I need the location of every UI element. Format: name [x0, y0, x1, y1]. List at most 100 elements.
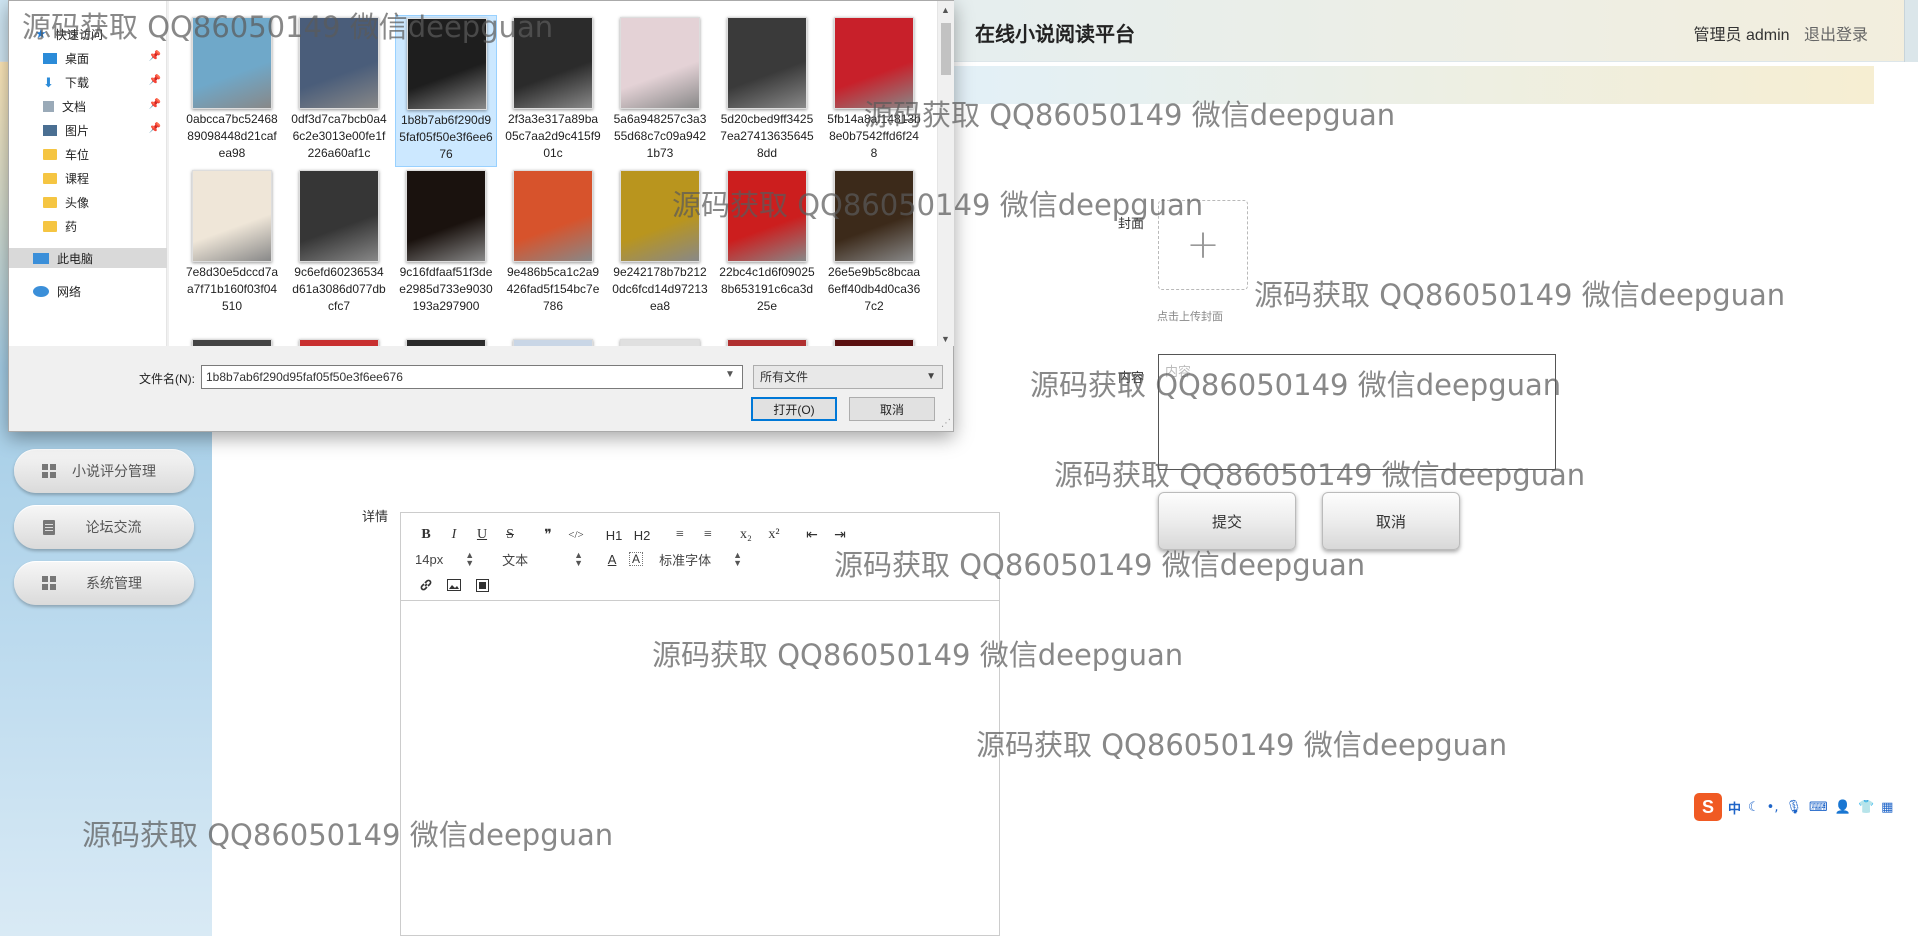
app-title: 在线小说阅读平台	[975, 24, 1135, 46]
nav-downloads[interactable]: ⬇ 下载 📌	[9, 72, 167, 92]
background-color-icon[interactable]: A	[629, 552, 644, 566]
file-item[interactable]: 0df3d7ca7bcb0a46c2e3013e00fe1f226a60af1c	[288, 15, 390, 167]
chevron-down-icon[interactable]: ▼	[725, 369, 735, 380]
scroll-down-icon[interactable]: ▼	[941, 334, 950, 344]
file-item[interactable]: 9c16fdfaaf51f3dee2985d733e9030193a297900	[395, 168, 497, 320]
pin-icon: 📌	[148, 75, 161, 86]
download-icon: ⬇	[43, 74, 54, 90]
sidebar-item-forum[interactable]: 论坛交流	[14, 505, 194, 549]
file-item[interactable]: 9e486b5ca1c2a9426fad5f154bc7e786	[502, 168, 604, 320]
file-thumbnail[interactable]	[727, 339, 807, 346]
bold-button[interactable]: B	[415, 525, 437, 545]
font-family-select[interactable]: 标准字体 ▲ ▼	[659, 550, 742, 569]
scroll-thumb[interactable]	[941, 23, 951, 75]
grid-icon	[42, 576, 56, 590]
cover-upload-box[interactable]: +	[1158, 200, 1248, 290]
shirt-icon[interactable]: 👕	[1858, 800, 1874, 815]
nav-desktop[interactable]: 桌面 📌	[9, 48, 167, 68]
nav-label: 课程	[65, 171, 90, 186]
image-icon[interactable]	[443, 575, 465, 595]
computer-icon	[33, 252, 49, 264]
filename-input[interactable]: 1b8b7ab6f290d95faf05f50e3f6ee676	[201, 365, 743, 389]
page-scrollbar[interactable]	[1904, 0, 1918, 62]
file-item[interactable]: 26e5e9b5c8bcaa6eff40db4d0ca367c2	[823, 168, 925, 320]
submit-button[interactable]: 提交	[1158, 492, 1296, 550]
cover-label: 封面	[1118, 216, 1145, 231]
underline-button[interactable]: U	[471, 525, 493, 545]
superscript-button[interactable]: x²	[763, 525, 785, 545]
open-button[interactable]: 打开(O)	[751, 397, 837, 421]
dialog-cancel-button[interactable]: 取消	[849, 397, 935, 421]
document-icon	[43, 100, 54, 112]
keyboard-icon[interactable]: ⌨	[1809, 800, 1828, 815]
punctuation-icon[interactable]: •,	[1767, 800, 1779, 815]
moon-icon[interactable]: ☾	[1748, 800, 1760, 815]
indent-button[interactable]: ⇥	[829, 525, 851, 545]
file-thumbnail[interactable]	[834, 339, 914, 346]
user-icon[interactable]: 👤	[1835, 800, 1851, 815]
dialog-scrollbar[interactable]: ▲ ▼	[937, 1, 954, 346]
outdent-button[interactable]: ⇤	[801, 525, 823, 545]
file-item[interactable]: 9c6efd60236534d61a3086d077dbcfc7	[288, 168, 390, 320]
file-item[interactable]: 7e8d30e5dccd7aa7f71b160f03f04510	[181, 168, 283, 320]
font-color-icon[interactable]: A	[601, 549, 623, 569]
file-name: 5fb14a8af14813b8e0b7542ffd6f248	[827, 112, 921, 160]
file-thumbnail[interactable]	[299, 339, 379, 346]
nav-quick-access[interactable]: ★ 快速访问	[9, 24, 167, 44]
file-name: 9c16fdfaaf51f3dee2985d733e9030193a297900	[399, 265, 493, 313]
sidebar-item-system-management[interactable]: 系统管理	[14, 561, 194, 605]
microphone-icon[interactable]: 🎙	[1785, 800, 1802, 815]
file-item[interactable]: 5d20cbed9ff34257ea274136356458dd	[716, 15, 818, 167]
file-item[interactable]: 2f3a3e317a89ba05c7aa2d9c415f901c	[502, 15, 604, 167]
link-icon[interactable]	[415, 575, 437, 595]
file-thumbnail	[407, 18, 487, 110]
apps-grid-icon[interactable]: ▦	[1881, 800, 1893, 815]
heading2-button[interactable]: H2	[631, 525, 653, 545]
nav-folder-courses[interactable]: 课程	[9, 168, 167, 188]
file-item[interactable]: 22bc4c1d6f090258b653191c6ca3d25e	[716, 168, 818, 320]
file-thumbnail[interactable]	[513, 339, 593, 346]
filetype-select[interactable]: 所有文件 ▼	[753, 365, 943, 389]
scroll-up-icon[interactable]: ▲	[941, 5, 950, 15]
editor-content-area[interactable]	[401, 601, 999, 936]
code-block-button[interactable]: </>	[565, 525, 587, 545]
bullet-list-button[interactable]: ≡	[697, 525, 719, 545]
select-arrows-icon: ▲ ▼	[733, 550, 742, 568]
file-thumbnail[interactable]	[406, 339, 486, 346]
file-item[interactable]: 5fb14a8af14813b8e0b7542ffd6f248	[823, 15, 925, 167]
subscript-button[interactable]: x₂	[735, 525, 757, 545]
nav-documents[interactable]: 文档 📌	[9, 96, 167, 116]
blockquote-button[interactable]: ❞	[537, 525, 559, 545]
file-item[interactable]: 1b8b7ab6f290d95faf05f50e3f6ee676	[395, 15, 497, 167]
ordered-list-button[interactable]: ≡	[669, 525, 691, 545]
logout-link[interactable]: 退出登录	[1804, 27, 1868, 44]
nav-folder-avatar[interactable]: 头像	[9, 192, 167, 212]
font-family-value: 标准字体	[659, 552, 712, 568]
block-type-select[interactable]: 文本 ▲ ▼	[502, 550, 583, 569]
nav-pictures[interactable]: 图片 📌	[9, 120, 167, 140]
strikethrough-button[interactable]: S	[499, 525, 521, 545]
resize-grip-icon[interactable]: ⋰	[941, 418, 951, 429]
file-thumbnail	[192, 170, 272, 262]
nav-this-pc[interactable]: 此电脑	[9, 248, 167, 268]
ime-logo-icon[interactable]: S	[1694, 793, 1722, 821]
file-item[interactable]: 0abcca7bc5246889098448d21cafea98	[181, 15, 283, 167]
ime-language[interactable]: 中	[1728, 798, 1741, 817]
file-thumbnail[interactable]	[620, 339, 700, 346]
italic-button[interactable]: I	[443, 525, 465, 545]
font-size-select[interactable]: 14px ▲ ▼	[415, 551, 474, 568]
file-item[interactable]: 9e242178b7b2120dc6fcd14d97213ea8	[609, 168, 711, 320]
nav-folder-parking[interactable]: 车位	[9, 144, 167, 164]
content-label: 内容	[1118, 370, 1145, 385]
nav-folder-medicine[interactable]: 药	[9, 216, 167, 236]
nav-network[interactable]: 网络	[9, 281, 167, 301]
video-icon[interactable]	[471, 575, 493, 595]
file-item[interactable]: 5a6a948257c3a355d68c7c09a9421b73	[609, 15, 711, 167]
content-textarea[interactable]	[1158, 354, 1556, 470]
user-area: 管理员 admin 退出登录	[1694, 21, 1869, 45]
heading1-button[interactable]: H1	[603, 525, 625, 545]
cancel-button[interactable]: 取消	[1322, 492, 1460, 550]
file-thumbnail[interactable]	[192, 339, 272, 346]
plus-icon: +	[1186, 222, 1220, 268]
sidebar-item-rating-management[interactable]: 小说评分管理	[14, 449, 194, 493]
